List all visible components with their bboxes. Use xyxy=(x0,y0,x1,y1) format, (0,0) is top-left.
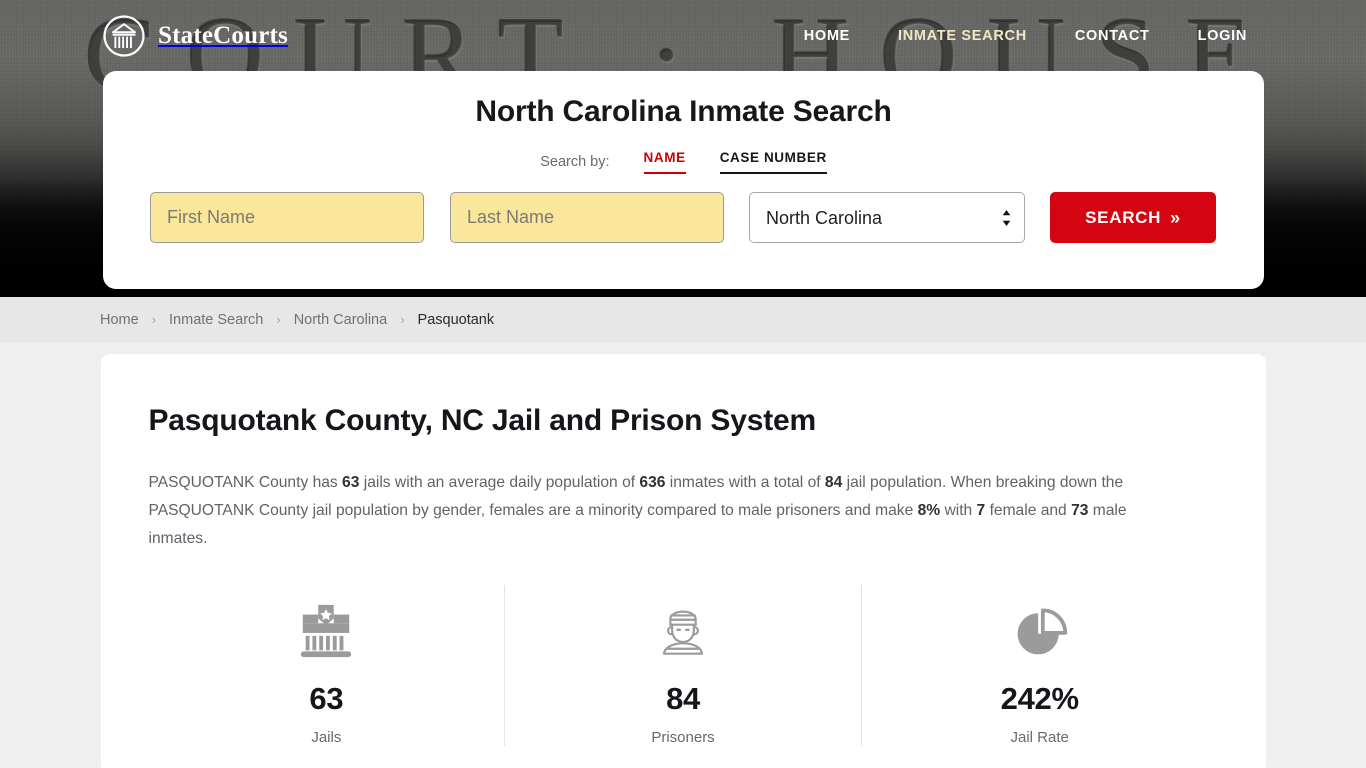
summary-highlight-value: 73 xyxy=(1071,502,1089,519)
search-by-row: Search by: NAME CASE NUMBER xyxy=(103,150,1264,174)
summary-text: female and xyxy=(985,502,1072,519)
stat-jail-rate-value: 242% xyxy=(1000,681,1079,716)
summary-highlight-value: 84 xyxy=(824,474,843,491)
nav-link-inmate-search[interactable]: INMATE SEARCH xyxy=(898,28,1027,44)
brand-name: StateCourts xyxy=(158,22,288,49)
summary-highlight-value: 8% xyxy=(917,502,941,519)
inmate-search-panel: North Carolina Inmate Search Search by: … xyxy=(103,71,1264,289)
page-title: Pasquotank County, NC Jail and Prison Sy… xyxy=(148,404,817,437)
summary-highlight-value: 63 xyxy=(342,474,360,491)
summary-text: jails with an average daily population o… xyxy=(359,474,640,491)
breadcrumb: Home › Inmate Search › North Carolina › … xyxy=(0,297,1366,342)
stat-prisoners-value: 84 xyxy=(666,681,700,716)
tab-search-by-name[interactable]: NAME xyxy=(643,150,686,174)
breadcrumb-separator-icon: › xyxy=(400,312,405,327)
summary-highlight-value: 7 xyxy=(976,502,986,519)
summary-text: with xyxy=(940,502,977,519)
top-navigation-bar: StateCourts HOME INMATE SEARCH CONTACT L… xyxy=(0,0,1366,72)
nav-link-home[interactable]: HOME xyxy=(804,28,850,44)
county-stats-row: 63 Jails 84 Prisoners 242% Jail Rate xyxy=(149,585,1218,746)
stat-jails-value: 63 xyxy=(309,681,344,716)
stat-prisoners-label: Prisoners xyxy=(651,729,715,746)
stat-jails-label: Jails xyxy=(311,729,342,746)
search-button[interactable]: SEARCH » xyxy=(1050,192,1216,243)
brand-logo-link[interactable]: StateCourts xyxy=(103,15,288,57)
breadcrumb-item-pasquotank: Pasquotank xyxy=(417,311,495,328)
stat-prisoners: 84 Prisoners xyxy=(504,585,861,746)
breadcrumb-separator-icon: › xyxy=(151,312,157,327)
stat-jail-rate-label: Jail Rate xyxy=(1010,729,1069,746)
inmate-search-form: North Carolina SEARCH » xyxy=(103,192,1264,243)
breadcrumb-item-home[interactable]: Home xyxy=(100,312,139,328)
county-summary-paragraph: PASQUOTANK County has 63 jails with an a… xyxy=(149,469,1173,553)
state-select-wrapper: North Carolina xyxy=(749,192,1025,243)
state-select[interactable]: North Carolina xyxy=(749,192,1025,243)
prisoner-icon xyxy=(654,599,712,663)
double-chevron-right-icon: » xyxy=(1170,207,1181,228)
breadcrumb-separator-icon: › xyxy=(276,312,281,327)
stat-jails: 63 Jails xyxy=(149,585,505,746)
pie-chart-icon xyxy=(1010,599,1070,663)
hero-section: COURT · HOUSE StateCourts HOME INMATE SE… xyxy=(0,0,1366,297)
summary-text: inmates with a total of xyxy=(665,474,825,491)
tab-search-by-case-number[interactable]: CASE NUMBER xyxy=(719,150,827,174)
breadcrumb-item-inmate-search[interactable]: Inmate Search xyxy=(169,312,263,328)
first-name-input[interactable] xyxy=(150,192,424,243)
main-nav-links: HOME INMATE SEARCH CONTACT LOGIN xyxy=(804,28,1326,44)
county-content-card: Pasquotank County, NC Jail and Prison Sy… xyxy=(100,354,1266,768)
breadcrumb-item-north-carolina[interactable]: North Carolina xyxy=(294,312,388,328)
page-body: Pasquotank County, NC Jail and Prison Sy… xyxy=(0,342,1366,768)
nav-link-contact[interactable]: CONTACT xyxy=(1075,28,1150,44)
summary-highlight-value: 636 xyxy=(639,474,666,491)
nav-link-login[interactable]: LOGIN xyxy=(1198,28,1247,44)
search-by-label: Search by: xyxy=(540,154,610,170)
last-name-input[interactable] xyxy=(450,192,724,243)
summary-text: PASQUOTANK County has xyxy=(148,474,343,491)
stat-jail-rate: 242% Jail Rate xyxy=(860,585,1218,746)
search-button-label: SEARCH xyxy=(1085,207,1162,227)
jail-building-badge-icon xyxy=(295,599,357,663)
search-panel-title: North Carolina Inmate Search xyxy=(475,95,892,128)
courthouse-circle-logo-icon xyxy=(103,15,145,57)
